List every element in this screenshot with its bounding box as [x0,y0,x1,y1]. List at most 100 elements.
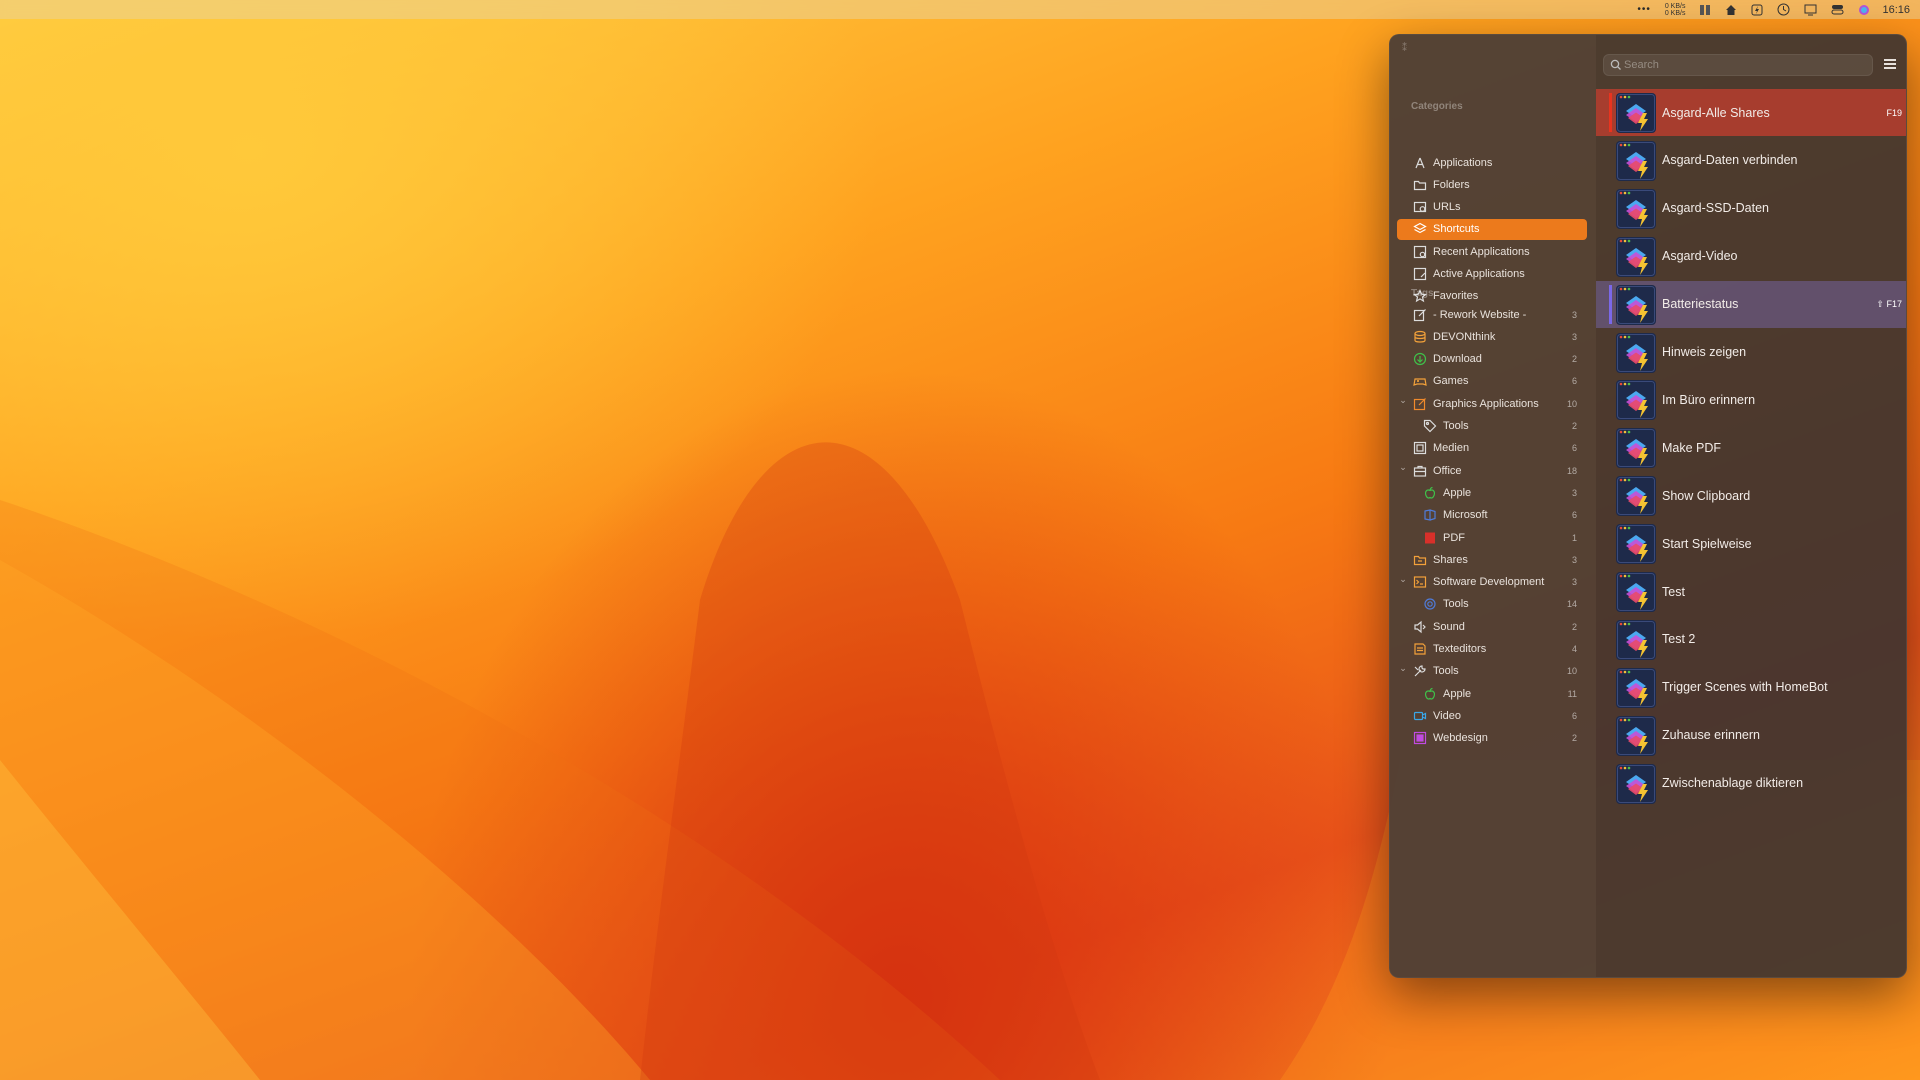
tag-label: Games [1433,375,1469,388]
shortcut-label: Asgard-Daten verbinden [1662,153,1798,168]
apple-icon [1422,686,1438,702]
folder-icon [1412,177,1428,193]
tag-item[interactable]: Tools 14 [1397,594,1587,615]
apple-icon [1422,485,1438,501]
tag-item[interactable]: Sound 2 [1397,616,1587,637]
siri-icon[interactable] [1858,0,1870,19]
tag-count: 2 [1571,733,1577,744]
shortcut-row[interactable]: Asgard-Video [1596,233,1906,280]
terminal-icon [1412,574,1428,590]
category-item[interactable]: Applications [1397,152,1587,173]
tag-item[interactable]: ⌄ Software Development 3 [1397,572,1587,593]
tag-item[interactable]: ⌄ Office 18 [1397,460,1587,481]
shortcut-row[interactable]: Test [1596,568,1906,615]
chevron-down-icon[interactable]: ⌄ [1398,574,1408,585]
text-edit-icon [1412,641,1428,657]
gamepad-icon [1412,373,1428,389]
shortcut-row[interactable]: Hinweis zeigen [1596,329,1906,376]
shortcuts-app-icon [1616,380,1656,421]
home-icon[interactable] [1725,0,1737,19]
applications-icon [1412,155,1428,171]
category-item[interactable]: Shortcuts [1397,218,1587,240]
shortcut-row[interactable]: Show Clipboard [1596,472,1906,519]
shortcuts-app-icon [1616,763,1656,804]
briefcase-icon [1412,463,1428,479]
tag-label: Microsoft [1443,509,1488,522]
category-item[interactable]: Folders [1397,174,1587,195]
network-speed-widget[interactable]: 0 KB/s 0 KB/s [1665,0,1686,19]
tag-count: 10 [1566,398,1577,409]
shortcut-row[interactable]: Test 2 [1596,616,1906,663]
shortcuts-menubar-icon[interactable] [1751,0,1763,19]
shortcuts-app-icon [1616,476,1656,517]
tag-label: Tools [1443,420,1469,432]
shortcut-row[interactable]: Asgard-SSD-Daten [1596,185,1906,232]
media-icon [1412,440,1428,456]
tag-item[interactable]: Shares 3 [1397,549,1587,570]
shortcuts-app-icon [1616,524,1656,565]
shortcut-row[interactable]: Trigger Scenes with HomeBot [1596,664,1906,711]
shortcut-row[interactable]: Zwischenablage diktieren [1596,760,1906,807]
shortcut-label: Asgard-Alle Shares [1662,105,1770,120]
category-label: Favorites [1433,290,1479,303]
tag-item[interactable]: Apple 11 [1397,683,1587,704]
chevron-down-icon[interactable]: ⌄ [1398,663,1408,674]
tag-item[interactable]: Medien 6 [1397,438,1587,459]
tag-count: 6 [1571,510,1577,521]
shortcut-row[interactable]: Batteriestatus ⇧ F17 [1596,280,1906,328]
category-item[interactable]: Recent Applications [1397,241,1587,262]
tag-item[interactable]: PDF 1 [1397,527,1587,548]
shortcut-row[interactable]: Start Spielweise [1596,520,1906,567]
tag-label: Tools [1443,598,1469,611]
chevron-down-icon[interactable]: ⌄ [1398,462,1408,473]
menubar-clock[interactable]: 16:16 [1882,4,1910,16]
shortcut-row[interactable]: Im Büro erinnern [1596,376,1906,423]
clock-icon[interactable] [1777,0,1790,19]
screen-share-icon[interactable] [1804,0,1817,19]
tag-count: 3 [1571,554,1577,565]
tag-item[interactable]: ⌄ Tools 10 [1397,661,1587,682]
search-field[interactable] [1603,54,1873,76]
search-icon [1610,59,1621,70]
hotkey-badge: F19 [1886,107,1902,118]
shortcut-row[interactable]: Zuhause erinnern [1596,712,1906,759]
tag-count: 4 [1571,644,1577,654]
tag-item[interactable]: Apple 3 [1397,482,1587,503]
tag-item[interactable]: DEVONthink 3 [1397,326,1587,347]
category-item[interactable]: Active Applications [1397,264,1587,285]
shortcut-label: Asgard-SSD-Daten [1662,201,1769,216]
recent-icon [1412,244,1428,260]
shortcut-row[interactable]: Asgard-Daten verbinden [1596,137,1906,184]
active-icon [1412,266,1428,282]
microsoft-icon [1422,507,1438,523]
search-input[interactable] [1624,59,1864,71]
tag-item[interactable]: - Rework Website - 3 [1397,304,1587,325]
shortcut-row[interactable]: Asgard-Alle Shares F19 [1596,89,1906,136]
tag-item[interactable]: Microsoft 6 [1397,505,1587,526]
tag-item[interactable]: Games 6 [1397,371,1587,392]
shortcut-label: Start Spielweise [1662,536,1752,551]
drag-handle-icon[interactable]: ⁑ [1402,43,1407,54]
categories-heading: Categories [1411,101,1463,112]
shortcuts-app-icon [1616,572,1656,612]
speaker-icon [1412,619,1428,635]
hamburger-menu-icon[interactable] [1882,56,1898,72]
tag-item[interactable]: Webdesign 2 [1397,728,1587,749]
shortcuts-app-icon [1616,667,1656,708]
control-center-icon[interactable] [1831,0,1844,19]
shortcut-label: Make PDF [1662,440,1722,455]
category-item[interactable]: URLs [1397,197,1587,218]
tag-item[interactable]: Video 6 [1397,705,1587,726]
tag-item[interactable]: Texteditors 4 [1397,639,1587,660]
tag-item[interactable]: ⌄ Graphics Applications 10 [1397,393,1587,414]
shortcut-row[interactable]: Make PDF [1596,424,1906,471]
tag-item[interactable]: Download 2 [1397,349,1587,370]
tag-label: Webdesign [1433,732,1488,745]
more-icon[interactable]: ••• [1637,0,1651,19]
tag-item[interactable]: Tools 2 [1397,416,1587,437]
category-label: Folders [1433,178,1470,191]
tags-heading: Tags [1411,288,1434,299]
display-icon[interactable] [1699,0,1711,19]
chevron-down-icon[interactable]: ⌄ [1398,395,1408,406]
category-label: Applications [1433,156,1493,169]
